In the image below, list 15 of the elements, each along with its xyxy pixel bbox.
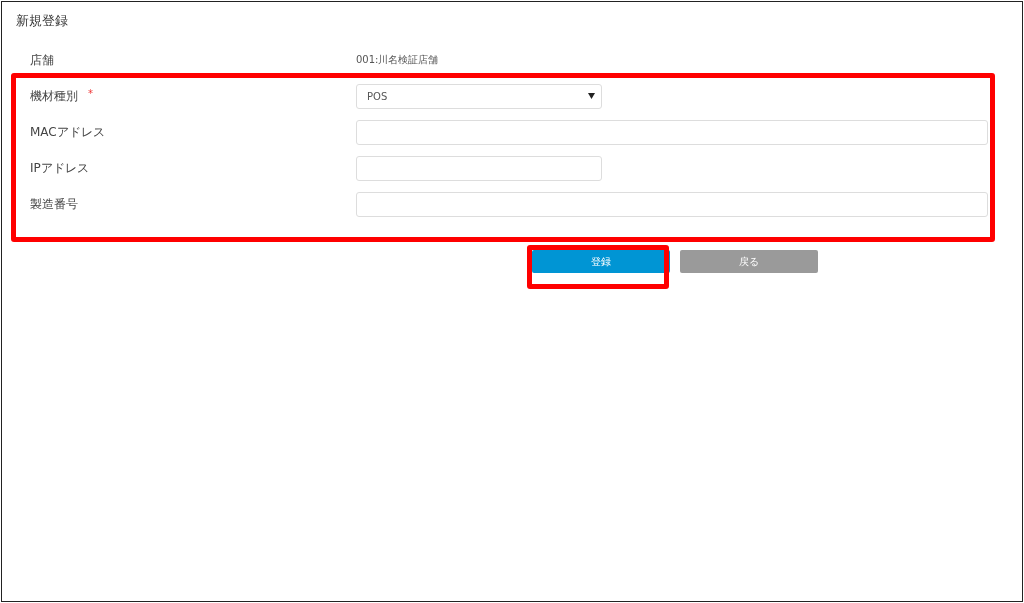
field-label: MACアドレス: [30, 123, 105, 141]
page-title: 新規登録: [16, 12, 69, 30]
required-mark: *: [88, 87, 93, 101]
caret-icon: [588, 93, 595, 99]
field-label: 製造番号: [30, 195, 78, 213]
input-field[interactable]: [356, 191, 988, 217]
store-value: 001:川名検証店舗: [356, 53, 439, 67]
field-label: 店舗: [30, 51, 54, 69]
back-button[interactable]: 戻る: [680, 250, 818, 273]
register-button[interactable]: 登録: [532, 250, 670, 273]
input-field[interactable]: [356, 155, 602, 181]
field-label: 機材種別: [30, 87, 78, 105]
field-label: IPアドレス: [30, 159, 89, 177]
input-field[interactable]: [356, 119, 988, 145]
type-select[interactable]: POS: [356, 83, 602, 109]
